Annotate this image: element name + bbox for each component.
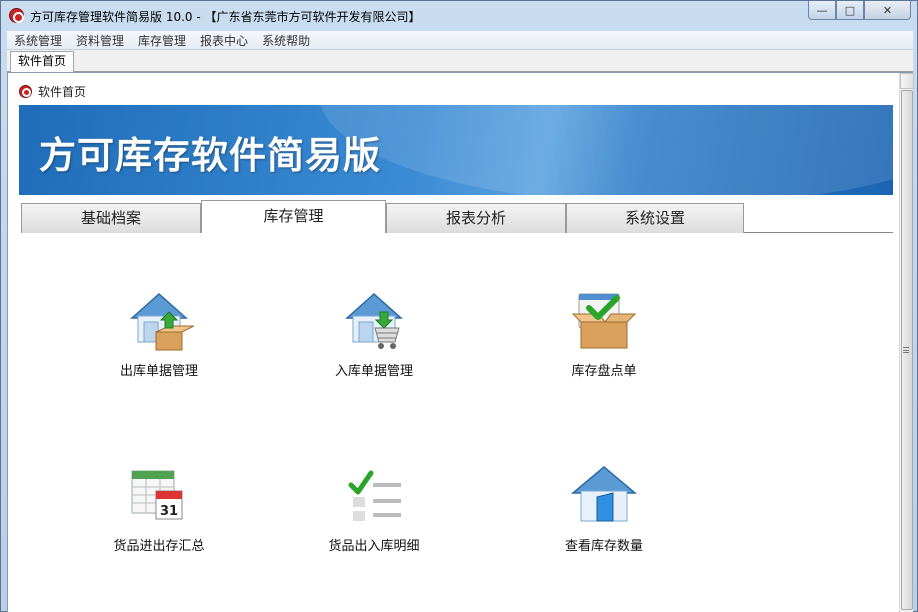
checklist-detail-icon: [339, 463, 409, 529]
tile-label: 出库单据管理: [119, 364, 198, 379]
scroll-up-arrow[interactable]: [900, 73, 914, 89]
tile-goods-summary[interactable]: 31 货品进出存汇总: [89, 463, 229, 554]
maximize-icon: □: [844, 3, 856, 17]
banner-title: 方可库存软件简易版: [39, 134, 381, 177]
tile-label: 货品出入库明细: [328, 539, 420, 554]
warehouse-view-icon: [569, 463, 639, 529]
tab-system-settings[interactable]: 系统设置: [566, 203, 744, 233]
panel-header: 软件首页: [19, 82, 86, 100]
vertical-scrollbar[interactable]: [899, 73, 914, 612]
menu-bar: 系统管理 资料管理 库存管理 报表中心 系统帮助: [7, 31, 913, 50]
tile-outbound-orders[interactable]: 出库单据管理: [89, 288, 229, 379]
svg-text:31: 31: [160, 504, 178, 519]
tab-basic-archive[interactable]: 基础档案: [21, 203, 201, 233]
tile-goods-detail[interactable]: 货品出入库明细: [304, 463, 444, 554]
doc-tab-home[interactable]: 软件首页: [10, 51, 75, 72]
menu-data[interactable]: 资料管理: [69, 32, 131, 49]
minimize-button[interactable]: —: [808, 1, 836, 20]
menu-help[interactable]: 系统帮助: [255, 32, 317, 49]
tile-label: 查看库存数量: [564, 539, 643, 554]
panel-logo-icon: [19, 84, 32, 98]
home-panel: 软件首页 方可库存软件简易版 基础档案 库存管理 报表分析 系统设置 出库单据管…: [7, 72, 914, 612]
menu-system[interactable]: 系统管理: [7, 32, 69, 49]
menu-inventory[interactable]: 库存管理: [131, 32, 193, 49]
warehouse-out-icon: [124, 288, 195, 354]
app-window: 方可库存管理软件简易版 10.0 - 【广东省东莞市方可软件开发有限公司】 — …: [0, 0, 918, 612]
title-bar[interactable]: 方可库存管理软件简易版 10.0 - 【广东省东莞市方可软件开发有限公司】 — …: [1, 1, 917, 31]
tile-inbound-orders[interactable]: 入库单据管理: [304, 288, 444, 379]
calendar-summary-icon: 31: [124, 463, 194, 529]
app-logo-icon: [9, 8, 24, 23]
banner: 方可库存软件简易版: [19, 105, 893, 195]
maximize-button[interactable]: □: [836, 1, 864, 20]
tile-view-stock[interactable]: 查看库存数量: [534, 463, 674, 554]
close-button[interactable]: ✕: [864, 1, 911, 20]
tile-stocktake[interactable]: 库存盘点单: [534, 288, 674, 379]
tab-inventory-management[interactable]: 库存管理: [201, 200, 386, 234]
tile-label: 入库单据管理: [334, 364, 413, 379]
tile-area: 出库单据管理 入库单据管理 库存盘点单 31 货品进出存汇总 货品出入库明细 查…: [19, 233, 893, 612]
document-tab-strip: 软件首页: [7, 50, 913, 72]
window-controls: — □ ✕: [808, 1, 911, 21]
tile-label: 库存盘点单: [571, 364, 637, 379]
panel-title: 软件首页: [38, 84, 87, 99]
warehouse-in-icon: [339, 288, 409, 354]
window-title: 方可库存管理软件简易版 10.0 - 【广东省东莞市方可软件开发有限公司】: [30, 10, 421, 24]
minimize-icon: —: [816, 3, 828, 17]
tile-label: 货品进出存汇总: [113, 539, 205, 554]
close-icon: ✕: [882, 3, 893, 17]
module-tabs: 基础档案 库存管理 报表分析 系统设置: [21, 200, 893, 234]
stocktake-box-icon: [569, 288, 639, 354]
tab-report-analysis[interactable]: 报表分析: [386, 203, 566, 233]
menu-reports[interactable]: 报表中心: [193, 32, 255, 49]
scroll-grip-icon: [903, 347, 909, 353]
